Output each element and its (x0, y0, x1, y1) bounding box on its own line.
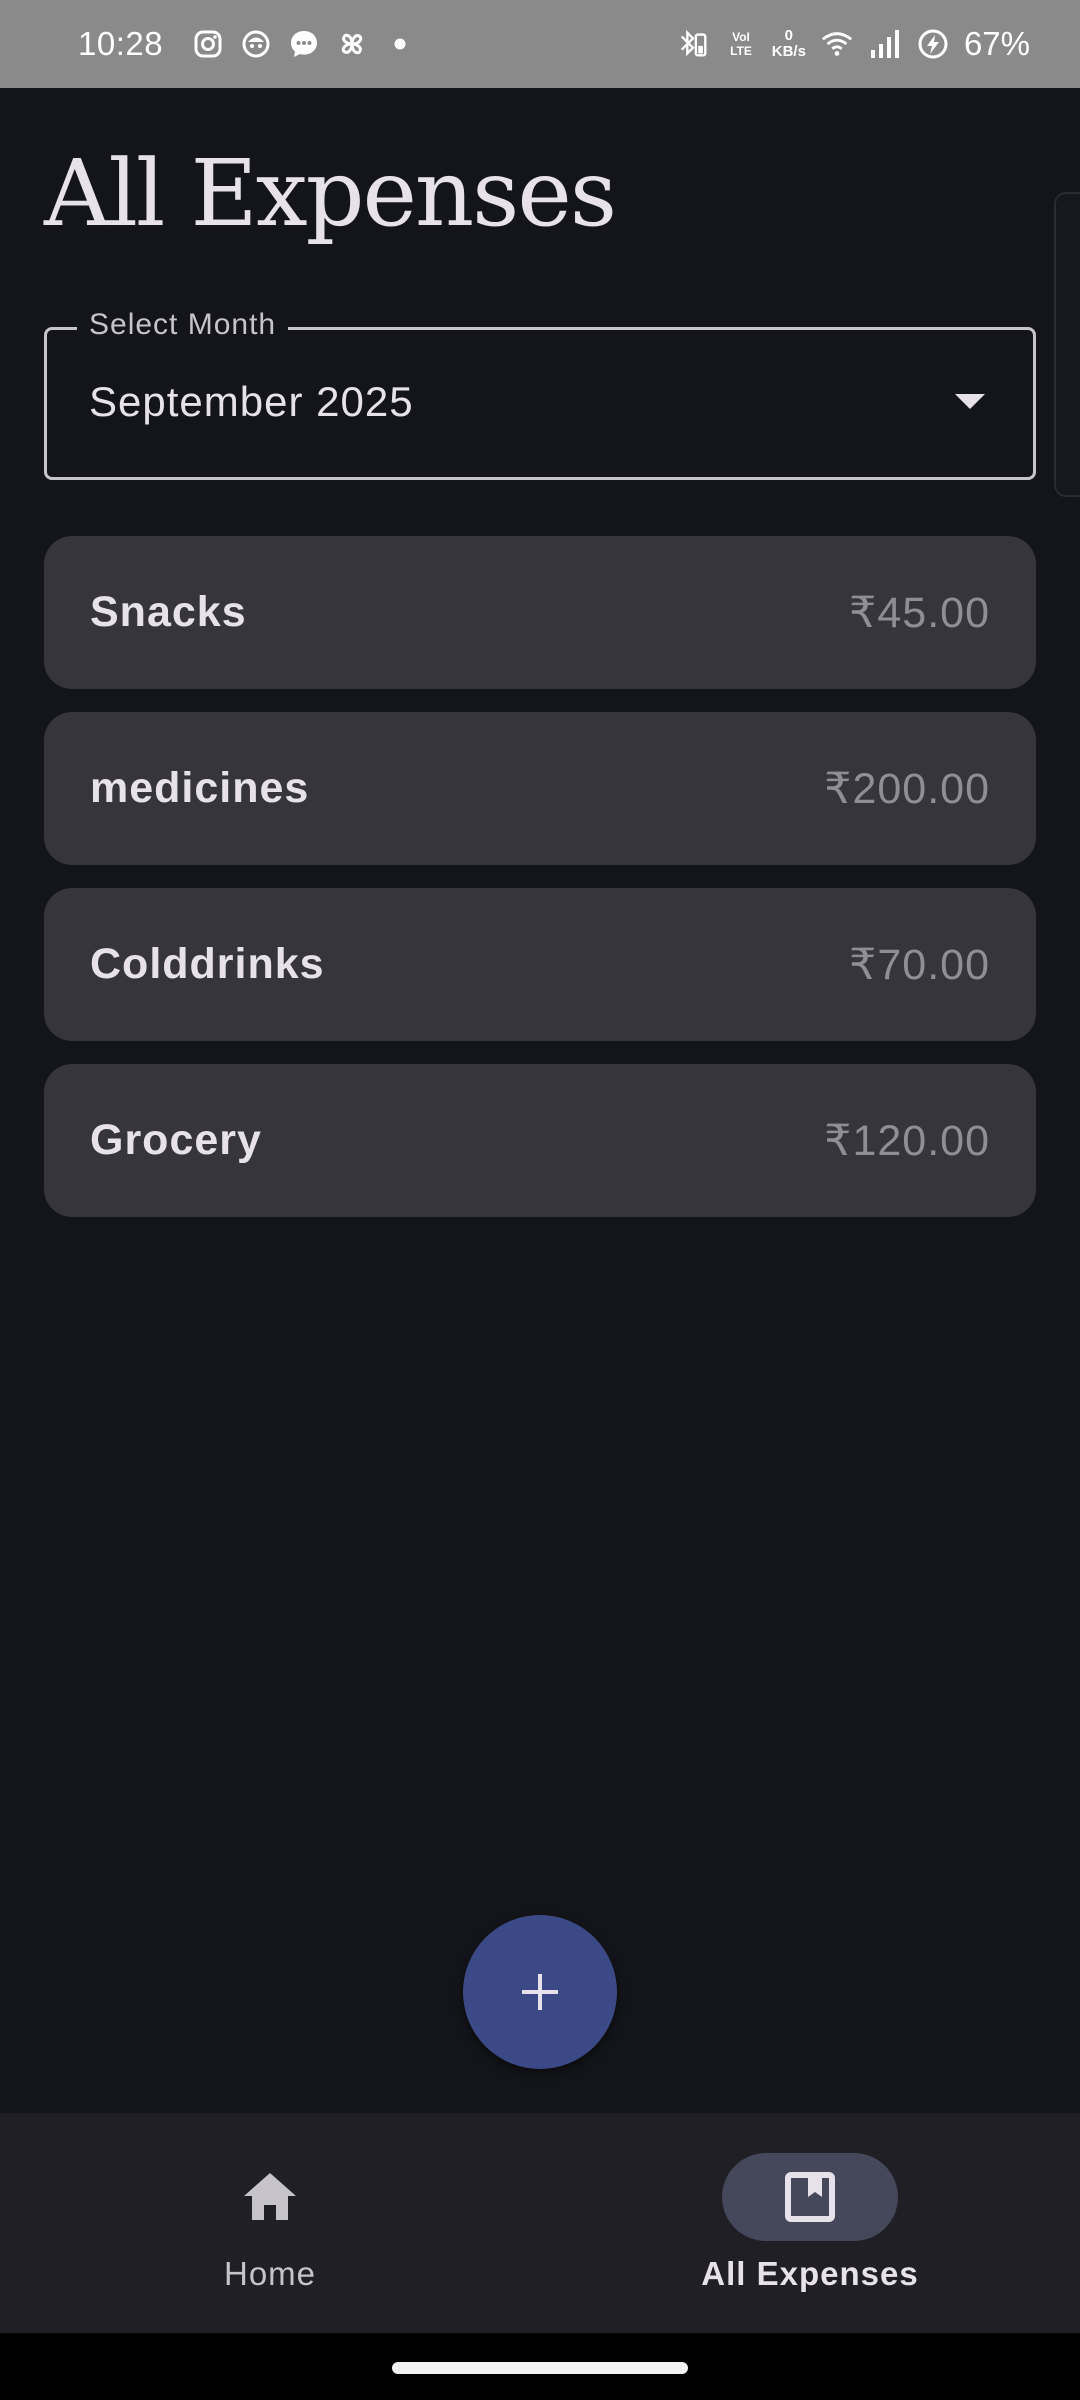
expense-item[interactable]: Snacks ₹45.00 (44, 536, 1036, 689)
battery-percentage: 67% (963, 25, 1030, 62)
nav-item-home[interactable]: Home (0, 2113, 540, 2333)
signal-icon (868, 27, 902, 61)
nav-selected-indicator (722, 2153, 898, 2241)
status-time: 10:28 (78, 25, 164, 62)
plus-icon (522, 1974, 558, 2010)
battery-saver-icon (916, 27, 950, 61)
svg-text:LTE: LTE (730, 44, 752, 58)
network-speed-value: 0 (784, 27, 794, 44)
expense-amount: ₹70.00 (849, 940, 990, 989)
expense-name: Colddrinks (90, 940, 325, 988)
status-bar: 10:28 VoI LTE 0 KB/s 67% (0, 0, 1080, 88)
pinwheel-icon (335, 27, 369, 61)
month-select-label: Select Month (77, 308, 289, 342)
wifi-icon (820, 27, 854, 61)
expense-name: Snacks (90, 588, 247, 636)
expense-name: medicines (90, 764, 310, 812)
page-title: All Expenses (44, 140, 617, 247)
app-icon (239, 27, 273, 61)
volte-icon: VoI LTE (724, 27, 758, 61)
dropdown-arrow-icon[interactable] (955, 394, 985, 409)
nav-label-home: Home (223, 2255, 317, 2292)
system-indicators: VoI LTE 0 KB/s 67% (676, 25, 1030, 63)
expense-item[interactable]: Grocery ₹120.00 (44, 1064, 1036, 1217)
app-screen: 10:28 VoI LTE 0 KB/s 67% All Expenses Se… (0, 0, 1080, 2400)
month-select-dropdown[interactable]: Select Month September 2025 (44, 308, 1036, 480)
bluetooth-icon (676, 27, 710, 61)
system-gesture-area (0, 2333, 1080, 2400)
network-speed: 0 KB/s (772, 28, 806, 60)
nav-item-all-expenses[interactable]: All Expenses (540, 2113, 1080, 2333)
expense-amount: ₹45.00 (849, 588, 990, 637)
svg-text:VoI: VoI (732, 30, 750, 44)
notification-icons (191, 27, 417, 61)
expense-item[interactable]: Colddrinks ₹70.00 (44, 888, 1036, 1041)
expense-item[interactable]: medicines ₹200.00 (44, 712, 1036, 865)
bottom-navigation: Home All Expenses (0, 2113, 1080, 2333)
month-select-value: September 2025 (89, 378, 414, 425)
network-speed-unit: KB/s (771, 43, 806, 60)
scroll-edge-indicator (1054, 192, 1080, 497)
nav-icon-container (182, 2153, 358, 2241)
chat-icon (287, 27, 321, 61)
instagram-icon (191, 27, 225, 61)
expense-amount: ₹120.00 (824, 1116, 990, 1165)
expense-name: Grocery (90, 1116, 262, 1164)
home-icon (244, 2173, 296, 2220)
home-gesture-handle[interactable] (392, 2362, 688, 2374)
expense-amount: ₹200.00 (824, 764, 990, 813)
book-icon (785, 2172, 835, 2222)
expense-list: Snacks ₹45.00 medicines ₹200.00 Colddrin… (44, 536, 1036, 1240)
add-expense-button[interactable] (463, 1915, 617, 2069)
dot-icon (383, 27, 417, 61)
nav-label-all-expenses: All Expenses (701, 2255, 919, 2292)
